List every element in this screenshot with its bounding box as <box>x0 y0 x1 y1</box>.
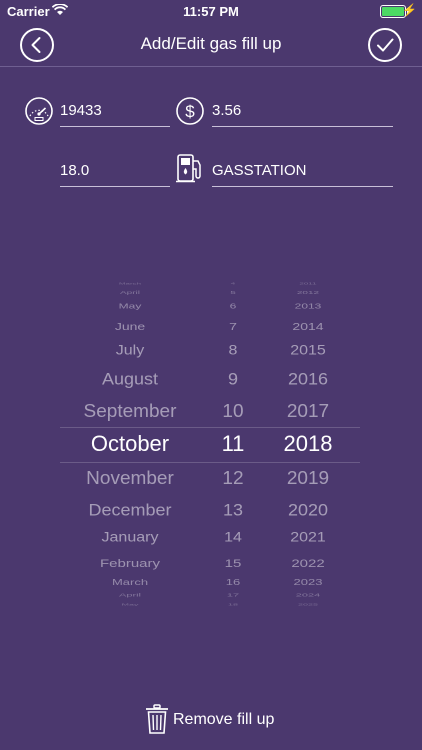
picker-day: 4 <box>230 282 236 286</box>
picker-day: 11 <box>221 431 245 456</box>
checkmark-icon <box>377 38 394 52</box>
picker-day: 6 <box>229 301 237 311</box>
picker-year: 2019 <box>286 467 330 489</box>
picker-day: 13 <box>222 500 244 520</box>
speedometer-icon <box>24 96 54 126</box>
picker-year: 2018 <box>283 431 333 456</box>
picker-year: 2014 <box>292 320 324 332</box>
picker-month: December <box>88 500 172 520</box>
picker-year: 2021 <box>290 530 326 545</box>
date-picker[interactable]: March 4 2011 April 5 2012 May 6 2013 June 7 2014 Jul… <box>60 282 360 606</box>
charging-bolt-icon: ⚡ <box>402 3 417 17</box>
picker-year: 2022 <box>291 556 325 570</box>
remove-fill-up-button[interactable]: Remove fill up <box>0 702 422 736</box>
clock: 11:57 PM <box>183 4 239 19</box>
picker-month: September <box>83 400 177 422</box>
picker-year: 2025 <box>297 602 319 606</box>
picker-year: 2013 <box>294 301 322 311</box>
odometer-field[interactable]: 19433 <box>60 96 170 127</box>
picker-year: 2012 <box>296 290 320 296</box>
picker-year: 2016 <box>287 369 329 389</box>
status-bar: Carrier 11:57 PM ⚡ <box>0 0 422 22</box>
picker-year: 2020 <box>287 500 329 520</box>
picker-day: 12 <box>222 467 244 489</box>
picker-day: 9 <box>227 369 238 389</box>
picker-day: 17 <box>226 592 240 598</box>
nav-bar: Add/Edit gas fill up <box>0 22 422 67</box>
picker-month: February <box>99 556 161 570</box>
picker-month: April <box>119 290 140 296</box>
remove-fill-up-label: Remove fill up <box>173 711 275 728</box>
picker-month: March <box>118 282 142 286</box>
picker-year: 2024 <box>295 592 321 598</box>
picker-day: 8 <box>228 343 238 358</box>
svg-text:$: $ <box>185 102 195 121</box>
odometer-value: 19433 <box>60 102 102 119</box>
picker-month: March <box>111 577 149 587</box>
page-title: Add/Edit gas fill up <box>140 34 282 53</box>
dollar-icon: $ <box>175 96 205 126</box>
picker-month: April <box>118 592 141 598</box>
picker-month: October <box>90 431 170 456</box>
gas-pump-icon <box>175 152 205 184</box>
picker-day: 16 <box>225 577 241 587</box>
picker-month: August <box>101 369 159 389</box>
price-field[interactable]: 3.56 <box>212 96 393 127</box>
amount-value: 18.0 <box>60 162 90 179</box>
price-value: 3.56 <box>212 102 242 119</box>
picker-month: July <box>115 343 145 358</box>
picker-day: 7 <box>229 320 237 332</box>
picker-day: 15 <box>224 556 242 570</box>
gas-station-field[interactable]: GASSTATION <box>212 156 393 187</box>
picker-month: May <box>121 602 139 606</box>
save-button[interactable] <box>368 28 402 62</box>
trash-icon <box>146 704 168 734</box>
picker-day: 14 <box>224 530 242 545</box>
picker-year: 2017 <box>286 400 330 422</box>
picker-day: 5 <box>230 290 236 296</box>
gas-station-value: GASSTATION <box>212 162 307 179</box>
picker-day: 18 <box>227 602 238 606</box>
picker-month: June <box>114 320 146 332</box>
picker-month: November <box>86 467 174 489</box>
picker-year: 2023 <box>293 577 323 587</box>
picker-month: May <box>118 301 142 311</box>
amount-field[interactable]: 18.0 <box>60 156 170 187</box>
picker-year: 2015 <box>290 343 326 358</box>
picker-day: 10 <box>222 400 244 422</box>
picker-year: 2011 <box>299 282 317 286</box>
picker-month: January <box>101 530 159 545</box>
